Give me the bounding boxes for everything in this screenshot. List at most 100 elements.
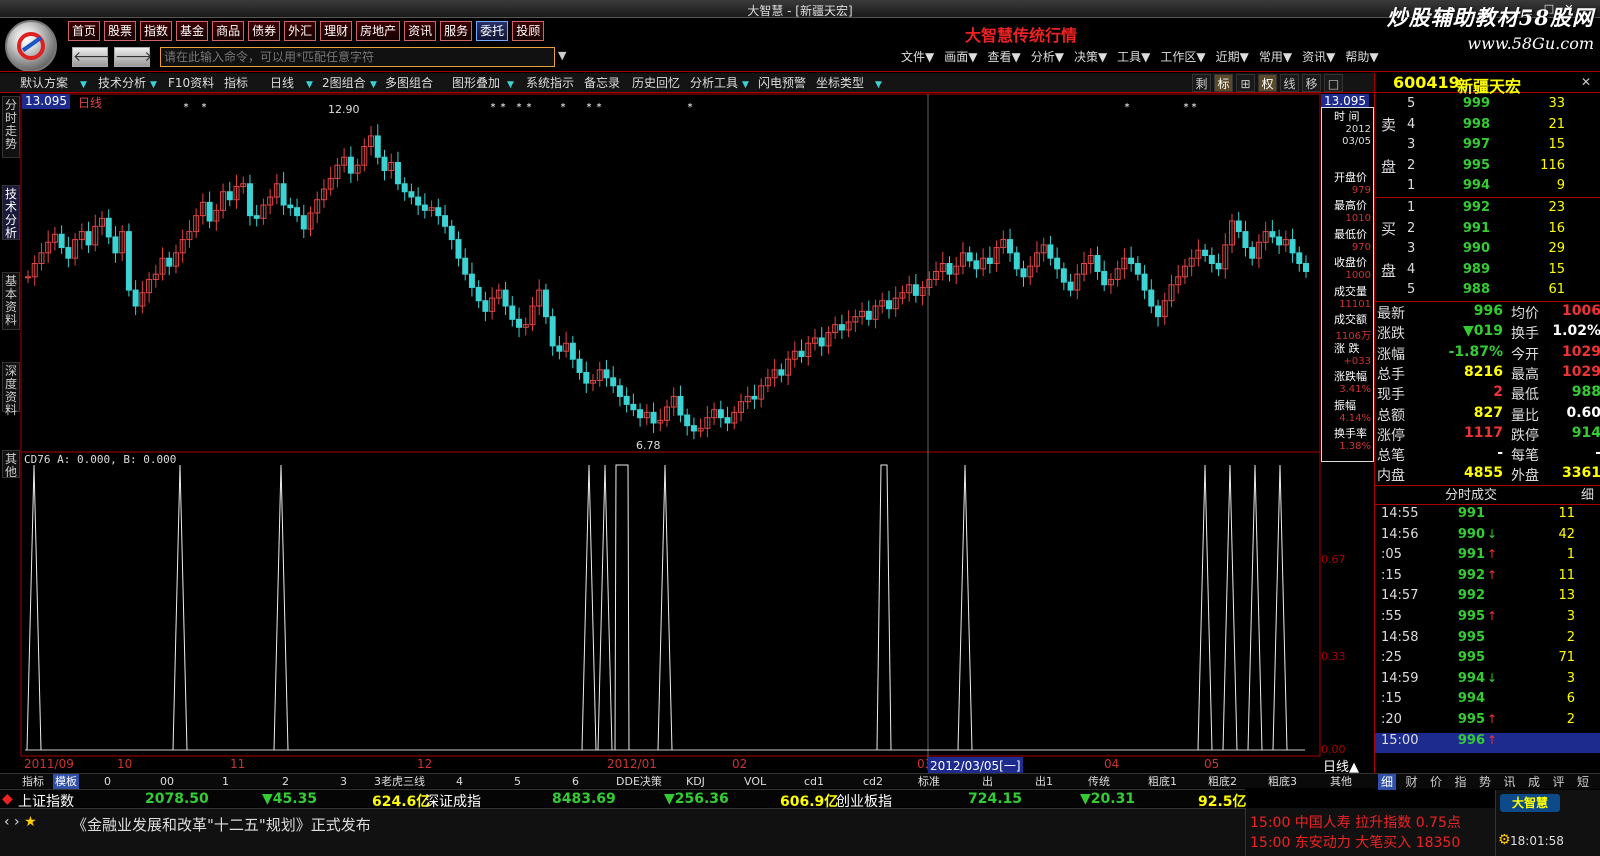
bid-row[interactable]: 2 991 16 [1375, 221, 1600, 241]
trade-row[interactable]: 15:00 996 ↑ [1375, 732, 1600, 753]
quote-tab-5[interactable]: 讯 [1501, 774, 1519, 790]
bottom-tab-21[interactable]: 粗底2 [1208, 774, 1237, 789]
bottom-tab-8[interactable]: 4 [456, 774, 463, 789]
stat-key-2: 均价 [1511, 306, 1539, 322]
stat-key-2: 跌停 [1511, 427, 1539, 444]
bid-row[interactable]: 5 988 61 [1375, 282, 1600, 302]
bottom-tab-14[interactable]: cd1 [804, 774, 824, 789]
bottom-tab-22[interactable]: 粗底3 [1268, 774, 1297, 789]
trade-row[interactable]: 14:55 991 11 [1375, 506, 1600, 526]
candle-body [1141, 273, 1148, 291]
time-axis: 2011/09 10 11 12 2012/01 02 03 04 05 2012/03/05[一… [22, 757, 1322, 774]
bid-row[interactable]: 4 989 15 [1375, 262, 1600, 282]
candle-body [462, 257, 469, 275]
bid-level: 1 [1407, 200, 1416, 215]
quote-tab-4[interactable]: 势 [1476, 774, 1494, 790]
alert-line-1[interactable]: 15:00 中国人寿 拉升指数 0.75点 [1250, 812, 1461, 832]
trades-header: 分时成交 细 [1375, 485, 1600, 505]
indicator-spike [273, 464, 289, 751]
news-headline[interactable]: 《金融业发展和改革"十二五"规划》正式发布 [72, 814, 371, 835]
quote-tab-6[interactable]: 成 [1525, 774, 1543, 790]
bid-row[interactable]: 3 990 29 [1375, 241, 1600, 261]
quote-tab-2[interactable]: 价 [1427, 774, 1445, 790]
trade-time: :15 [1381, 567, 1402, 583]
bottom-tab-16[interactable]: 标准 [918, 774, 940, 789]
bottom-tab-5[interactable]: 2 [282, 774, 289, 789]
bottom-tab-0[interactable]: 指标 [22, 774, 44, 789]
bottom-tab-23[interactable]: 其他 [1330, 774, 1352, 789]
corner-logo[interactable]: 大智慧 [1500, 794, 1560, 812]
quote-tab-7[interactable]: 评 [1550, 774, 1568, 790]
bid-row[interactable]: 1 992 23 [1375, 200, 1600, 220]
trade-time: 14:58 [1381, 629, 1419, 645]
trade-row[interactable]: :20 995 ↑ 2 [1375, 712, 1600, 732]
trade-row[interactable]: :05 991 ↑ 1 [1375, 547, 1600, 567]
bid-price: 988 [1462, 282, 1490, 297]
bottom-tab-1[interactable]: 模板 [53, 774, 79, 789]
trade-row[interactable]: :55 995 ↑ 3 [1375, 609, 1600, 629]
signal-star-icon: * [561, 102, 566, 113]
bottom-tab-3[interactable]: 00 [160, 774, 174, 789]
candle-body [556, 345, 563, 352]
time-label-3: 12 [417, 757, 433, 771]
signal-star-icon: * [587, 102, 592, 113]
panel-close-icon[interactable]: ✕ [1581, 75, 1591, 89]
quote-tab-1[interactable]: 财 [1403, 774, 1421, 790]
bottom-tab-19[interactable]: 传统 [1088, 774, 1110, 789]
quote-tab-3[interactable]: 指 [1452, 774, 1470, 790]
trade-price: 994 [1457, 670, 1485, 686]
quote-tab-0[interactable]: 细 [1378, 774, 1396, 790]
stat-key: 涨跌 [1377, 326, 1405, 343]
ask-row[interactable]: 2 995 116 [1375, 158, 1600, 178]
trade-row[interactable]: 14:59 994 ↓ 3 [1375, 671, 1600, 691]
maximize-icon[interactable]: □ [1540, 1, 1558, 16]
ask-row[interactable]: 1 994 9 [1375, 178, 1600, 198]
time-label-2: 11 [230, 757, 246, 771]
trade-time: :25 [1381, 650, 1402, 666]
bottom-tab-18[interactable]: 出1 [1035, 774, 1053, 789]
trade-row[interactable]: :25 995 71 [1375, 650, 1600, 670]
quote-panel: 600419 新疆天宏 ✕ 卖 盘 5 999 33 4 998 21 3 997 15 2 995… [1374, 73, 1600, 789]
close-icon[interactable]: ✕ [1560, 1, 1578, 16]
sh-index-change: ▼45.35 [262, 791, 318, 807]
news-nav-icons[interactable]: ‹ › ★ [4, 814, 37, 830]
bottom-tab-11[interactable]: DDE决策 [616, 774, 662, 789]
ask-row[interactable]: 3 997 15 [1375, 137, 1600, 157]
info-val-10: 4.14% [1339, 412, 1371, 424]
bottom-tab-2[interactable]: 0 [104, 774, 111, 789]
candle-body [253, 215, 260, 219]
bid-volume: 61 [1548, 282, 1565, 297]
quote-tab-8[interactable]: 短 [1574, 774, 1592, 790]
ask-row[interactable]: 5 999 33 [1375, 96, 1600, 116]
ask-row[interactable]: 4 998 21 [1375, 117, 1600, 137]
bottom-tab-17[interactable]: 出 [982, 774, 993, 789]
settings-gear-icon[interactable]: ⚙ [1498, 832, 1511, 848]
kline-chart[interactable]: * * * * * * * * * * * * * [0, 0, 1374, 790]
info-val-9: 3.41% [1339, 384, 1371, 395]
trade-row[interactable]: 14:58 995 2 [1375, 630, 1600, 650]
signal-star-icon: * [202, 102, 207, 113]
bottom-tab-13[interactable]: VOL [744, 774, 766, 789]
quote-stat-row: 总手 8216 最高 1029 [1375, 364, 1600, 384]
bottom-tab-4[interactable]: 1 [222, 774, 229, 789]
trades-title: 分时成交 [1445, 488, 1498, 503]
bottom-tab-20[interactable]: 粗底1 [1148, 774, 1177, 789]
bottom-tab-6[interactable]: 3 [340, 774, 347, 789]
trade-row[interactable]: 14:56 990 ↓ 42 [1375, 527, 1600, 547]
candle-body [1215, 263, 1222, 270]
indicator-spike [1222, 464, 1238, 751]
minimize-icon[interactable]: _ [1520, 1, 1538, 16]
bottom-tab-12[interactable]: KDJ [686, 774, 705, 789]
signal-star-icon: * [1184, 102, 1189, 113]
trade-row[interactable]: :15 994 6 [1375, 691, 1600, 711]
trade-row[interactable]: :15 992 ↑ 11 [1375, 568, 1600, 588]
candle-body [973, 260, 980, 270]
bottom-tab-9[interactable]: 5 [514, 774, 521, 789]
candle-body [1094, 255, 1101, 272]
trade-row[interactable]: 14:57 992 13 [1375, 588, 1600, 608]
bottom-tab-7[interactable]: 3老虎三线 [374, 774, 425, 789]
trades-detail-button[interactable]: 细 [1581, 486, 1594, 506]
bottom-tab-15[interactable]: cd2 [863, 774, 883, 789]
bottom-tab-10[interactable]: 6 [572, 774, 579, 789]
alert-line-2[interactable]: 15:00 东安动力 大笔买入 18350 [1250, 832, 1460, 852]
